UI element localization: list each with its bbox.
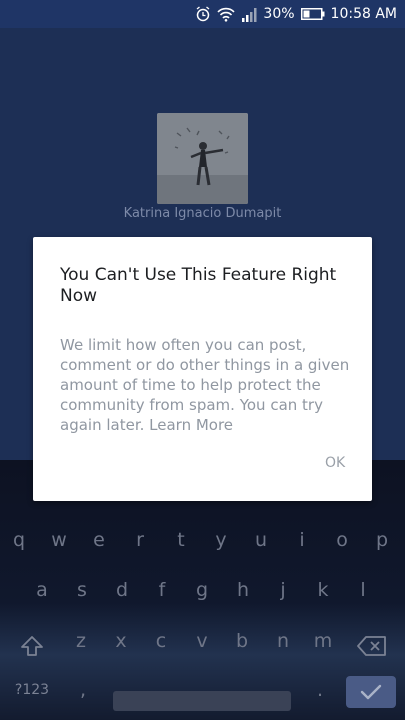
wifi-icon xyxy=(217,7,236,22)
signal-icon xyxy=(241,7,257,22)
key-h[interactable]: h xyxy=(228,570,258,610)
key-j[interactable]: j xyxy=(268,570,298,610)
dialog-message: We limit how often you can post, comment… xyxy=(60,335,360,435)
key-a[interactable]: a xyxy=(27,570,57,610)
key-q[interactable]: q xyxy=(4,520,34,560)
battery-percent: 30% xyxy=(263,6,295,22)
key-o[interactable]: o xyxy=(327,520,357,560)
symbols-key[interactable]: ?123 xyxy=(12,670,52,710)
backspace-icon[interactable] xyxy=(356,631,388,656)
status-bar: 30% 10:58 AM xyxy=(0,0,405,28)
shift-icon[interactable] xyxy=(17,631,47,656)
battery-icon xyxy=(300,8,325,20)
key-z[interactable]: z xyxy=(66,621,96,661)
key-d[interactable]: d xyxy=(107,570,137,610)
key-p[interactable]: p xyxy=(367,520,397,560)
key-l[interactable]: l xyxy=(348,570,378,610)
key-i[interactable]: i xyxy=(287,520,317,560)
key-w[interactable]: w xyxy=(44,520,74,560)
key-y[interactable]: y xyxy=(206,520,236,560)
profile-name: Katrina Ignacio Dumapit xyxy=(123,206,282,221)
key-f[interactable]: f xyxy=(147,570,177,610)
keyboard-row-4: ?123 , . xyxy=(0,670,405,711)
key-v[interactable]: v xyxy=(187,621,217,661)
avatar xyxy=(157,113,248,204)
key-m[interactable]: m xyxy=(308,621,338,661)
learn-more-link[interactable]: Learn More xyxy=(149,416,233,434)
key-r[interactable]: r xyxy=(125,520,155,560)
dialog-title: You Can't Use This Feature Right Now xyxy=(60,265,337,306)
key-e[interactable]: e xyxy=(84,520,114,560)
key-b[interactable]: b xyxy=(227,621,257,661)
key-u[interactable]: u xyxy=(246,520,276,560)
key-period[interactable]: . xyxy=(305,670,335,710)
key-k[interactable]: k xyxy=(308,570,338,610)
key-n[interactable]: n xyxy=(268,621,298,661)
ok-button[interactable]: OK xyxy=(321,451,349,475)
key-c[interactable]: c xyxy=(146,621,176,661)
rate-limit-dialog: You Can't Use This Feature Right Now We … xyxy=(33,237,372,501)
clock: 10:58 AM xyxy=(330,6,397,22)
key-g[interactable]: g xyxy=(187,570,217,610)
key-comma[interactable]: , xyxy=(68,670,98,710)
key-x[interactable]: x xyxy=(106,621,136,661)
key-t[interactable]: t xyxy=(166,520,196,560)
keyboard-row-2: a s d f g h j k l xyxy=(0,570,405,610)
keyboard-row-3: z x c v b n m xyxy=(0,621,405,661)
alarm-icon xyxy=(195,6,211,22)
key-s[interactable]: s xyxy=(67,570,97,610)
space-key[interactable] xyxy=(113,691,291,711)
enter-check-icon[interactable] xyxy=(346,676,396,708)
keyboard-row-1: q w e r t y u i o p xyxy=(0,520,405,560)
